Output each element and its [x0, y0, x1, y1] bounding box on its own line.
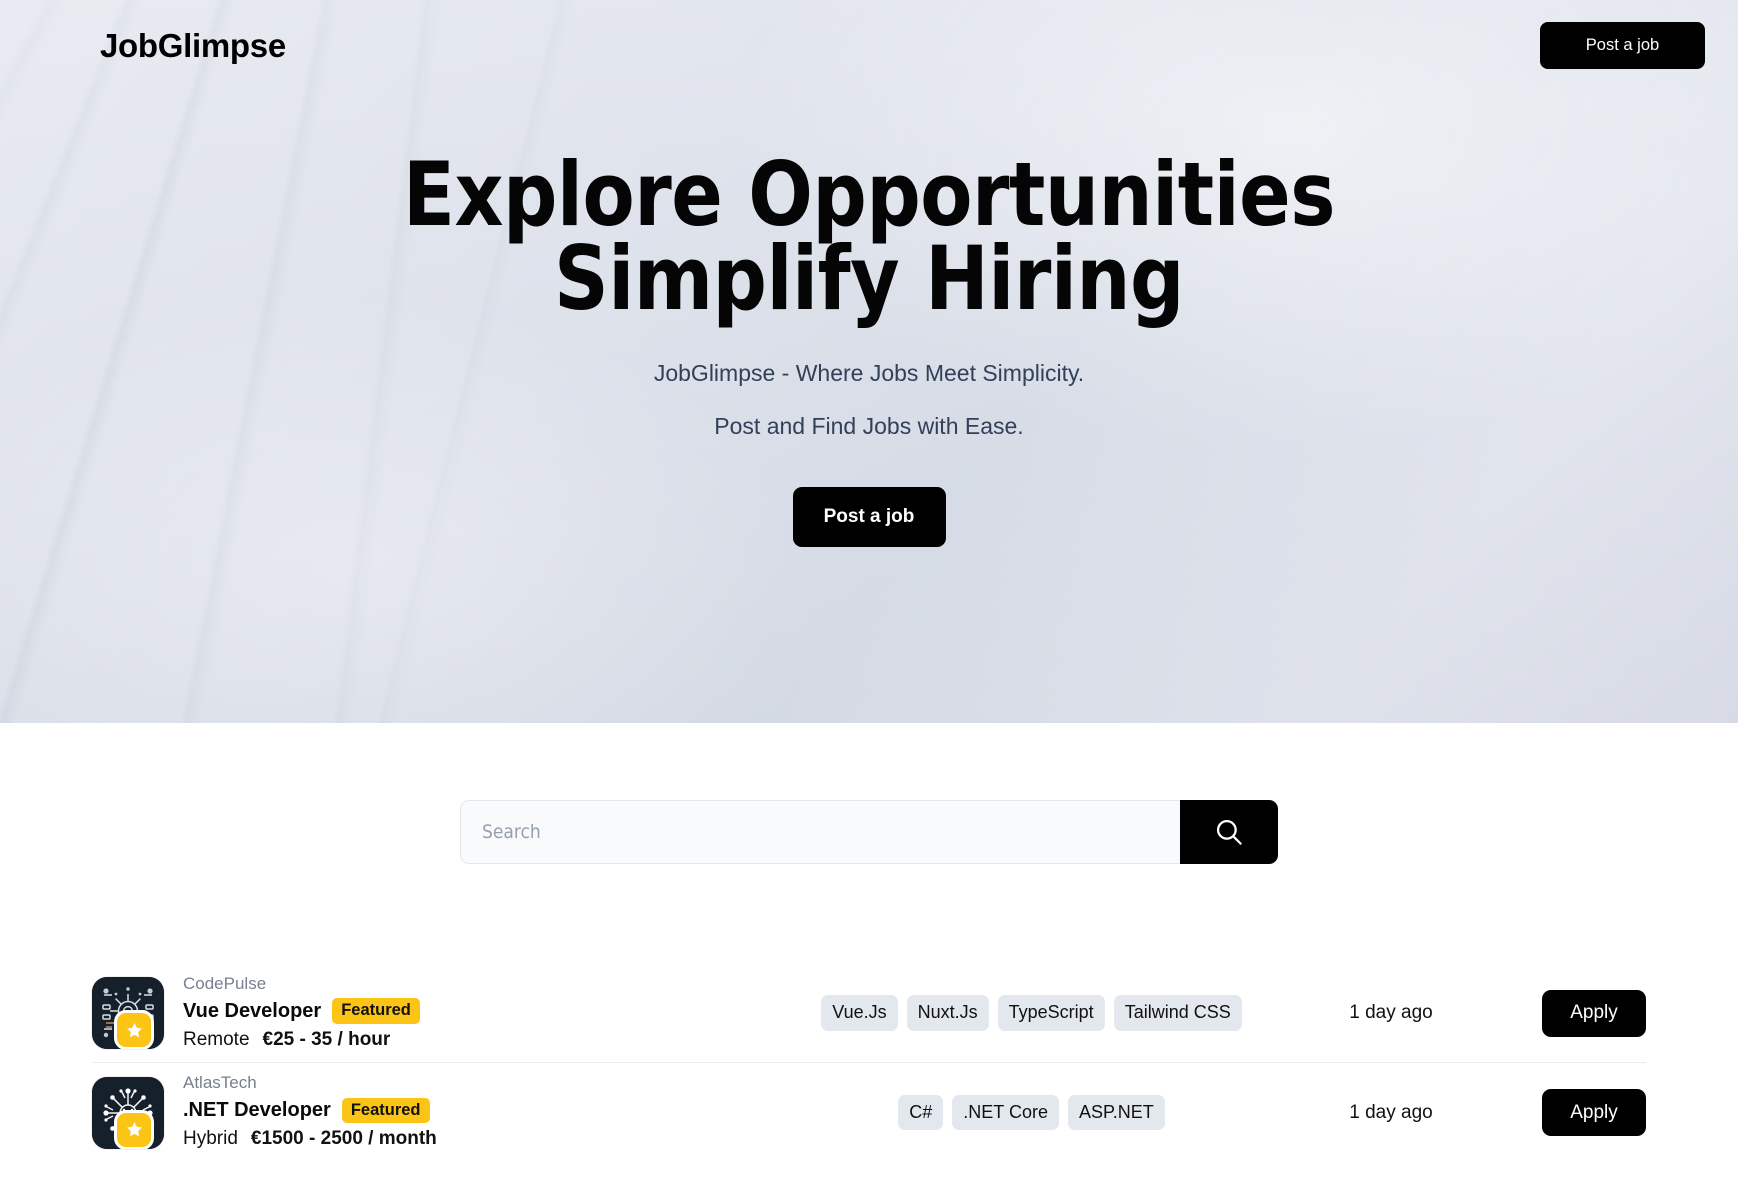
job-title-line: Vue Developer Featured: [183, 998, 420, 1025]
job-salary: €1500 - 2500 / month: [250, 1128, 437, 1150]
search-icon: [1212, 815, 1246, 849]
table-row[interactable]: CodePulse Vue Developer Featured Remote …: [92, 964, 1646, 1063]
job-title[interactable]: Vue Developer: [183, 998, 321, 1025]
job-tags: C# .NET Core ASP.NET: [772, 1094, 1291, 1131]
job-terms: Remote €25 - 35 / hour: [183, 1027, 420, 1054]
job-location: Hybrid: [183, 1128, 238, 1150]
brand-logo[interactable]: JobGlimpse: [100, 29, 286, 62]
company-name: CodePulse: [183, 973, 267, 993]
job-posted-age: 1 day ago: [1349, 1101, 1433, 1123]
hero-tagline-secondary: Post and Find Jobs with Ease.: [714, 413, 1024, 440]
hero-section: JobGlimpse Post a job Explore Opportunit…: [0, 0, 1738, 723]
job-listings: CodePulse Vue Developer Featured Remote …: [0, 964, 1738, 1162]
company-logo: [92, 977, 164, 1049]
search-section: [0, 723, 1738, 864]
table-row[interactable]: AtlasTech .NET Developer Featured Hybrid…: [92, 1063, 1646, 1162]
status-badge: Featured: [341, 1097, 430, 1124]
post-a-job-button[interactable]: Post a job: [1540, 21, 1705, 69]
top-navbar: JobGlimpse Post a job: [0, 0, 1738, 90]
search-input[interactable]: [460, 800, 1180, 864]
search-submit-button[interactable]: [1180, 800, 1278, 864]
hero-title-line-2: Simplify Hiring: [554, 226, 1184, 330]
hero-tagline-primary: JobGlimpse - Where Jobs Meet Simplicity.: [653, 360, 1085, 387]
company-name: AtlasTech: [183, 1073, 257, 1093]
search-form: [460, 800, 1278, 864]
job-action: Apply: [1491, 1089, 1646, 1136]
job-title-line: .NET Developer Featured: [183, 1097, 437, 1124]
job-tag[interactable]: C#: [898, 1094, 944, 1131]
page-title: Explore Opportunities Simplify Hiring: [35, 143, 1703, 330]
hero-post-a-job-button[interactable]: Post a job: [792, 487, 946, 548]
job-location: Remote: [183, 1028, 250, 1050]
job-meta: AtlasTech .NET Developer Featured Hybrid…: [183, 1072, 437, 1153]
job-tag[interactable]: ASP.NET: [1068, 1094, 1165, 1131]
job-tag[interactable]: Nuxt.Js: [906, 995, 989, 1031]
job-identity: AtlasTech .NET Developer Featured Hybrid…: [92, 1072, 772, 1153]
job-title[interactable]: .NET Developer: [183, 1097, 331, 1124]
job-tag[interactable]: Tailwind CSS: [1113, 995, 1242, 1031]
job-salary: €25 - 35 / hour: [262, 1028, 391, 1050]
job-tag[interactable]: .NET Core: [952, 1094, 1059, 1131]
job-identity: CodePulse Vue Developer Featured Remote …: [92, 973, 772, 1054]
job-tag[interactable]: TypeScript: [997, 995, 1105, 1031]
apply-button[interactable]: Apply: [1542, 989, 1646, 1037]
featured-star-badge: [117, 1112, 151, 1147]
featured-star-badge: [117, 1013, 151, 1047]
job-posted-age: 1 day ago: [1349, 1002, 1433, 1023]
job-tags: Vue.Js Nuxt.Js TypeScript Tailwind CSS: [772, 995, 1291, 1031]
job-terms: Hybrid €1500 - 2500 / month: [183, 1126, 437, 1153]
hero-title-line-1: Explore Opportunities: [403, 143, 1335, 246]
apply-button[interactable]: Apply: [1542, 1089, 1646, 1136]
job-action: Apply: [1491, 989, 1646, 1037]
job-meta: CodePulse Vue Developer Featured Remote …: [183, 973, 420, 1054]
company-logo: [92, 1076, 164, 1149]
job-tag[interactable]: Vue.Js: [821, 995, 898, 1031]
status-badge: Featured: [332, 998, 420, 1024]
